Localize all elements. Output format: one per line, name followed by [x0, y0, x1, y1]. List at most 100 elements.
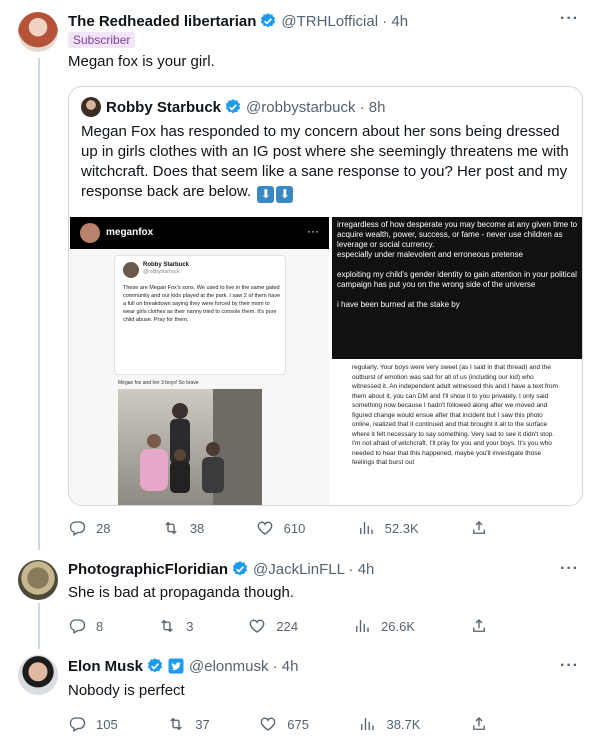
- tweet-actions: 8 3 224 26.6K: [68, 617, 488, 635]
- display-name: Robby Starbuck: [106, 98, 222, 116]
- quote-text: Megan Fox has responded to my concern ab…: [81, 122, 575, 203]
- reply-button[interactable]: 8: [68, 617, 103, 635]
- avatar: [81, 97, 101, 117]
- card-text: These are Megan Fox's sons. We used to l…: [123, 285, 281, 323]
- like-count: 675: [287, 716, 309, 732]
- twitter-affiliate-icon: [167, 657, 185, 675]
- avatar: [123, 262, 139, 278]
- reply-button[interactable]: 105: [68, 715, 118, 733]
- subscriber-badge: Subscriber: [68, 32, 136, 48]
- reply-icon: [69, 521, 86, 536]
- avatar: [80, 223, 100, 243]
- reply-count: 28: [96, 520, 111, 536]
- ig-text-screenshot: irregardless of how desperate you may be…: [332, 217, 582, 359]
- reply-button[interactable]: 28: [68, 519, 110, 537]
- tweet-text: Nobody is perfect: [68, 682, 185, 699]
- media-image-left[interactable]: meganfox ··· Robby Starbuck @robbystarbu…: [70, 217, 329, 505]
- like-button[interactable]: 224: [248, 617, 298, 635]
- tweet-3[interactable]: Elon Musk @elonmusk · 4h ··· Nobody is p…: [0, 645, 597, 737]
- retweet-count: 37: [195, 716, 210, 732]
- tweet-1[interactable]: The Redheaded libertarian @TRHLofficial …: [0, 0, 597, 550]
- reply-icon: [69, 619, 86, 634]
- display-name[interactable]: PhotographicFloridian: [68, 561, 228, 578]
- dark-text-3: i have been burned at the stake by: [337, 300, 460, 309]
- retweet-icon: [165, 521, 177, 535]
- views-icon: [361, 718, 375, 730]
- card-handle: @robbystarbuck: [143, 269, 180, 275]
- retweet-icon: [161, 619, 173, 633]
- share-button[interactable]: [470, 715, 488, 733]
- like-icon: [257, 521, 272, 535]
- verified-badge-icon: [146, 657, 164, 675]
- display-name[interactable]: Elon Musk: [68, 658, 143, 675]
- share-button[interactable]: [470, 519, 488, 537]
- share-icon: [473, 619, 485, 632]
- quote-media[interactable]: meganfox ··· Robby Starbuck @robbystarbu…: [70, 217, 582, 505]
- quote-text-body: Megan Fox has responded to my concern ab…: [81, 123, 569, 200]
- retweet-button[interactable]: 38: [162, 519, 204, 537]
- reply-icon: [69, 717, 86, 732]
- more-icon[interactable]: ···: [560, 657, 579, 675]
- tweet-header: PhotographicFloridian @JackLinFLL · 4h: [68, 560, 374, 578]
- share-button[interactable]: [470, 617, 488, 635]
- reply-count: 8: [96, 618, 104, 634]
- like-count: 224: [276, 618, 299, 634]
- quote-header: Robby Starbuck @robbystarbuck · 8h: [81, 97, 385, 117]
- like-button[interactable]: 610: [256, 519, 306, 537]
- verified-badge-icon: [259, 12, 277, 30]
- views-icon: [359, 522, 373, 534]
- views-button[interactable]: 52.3K: [357, 519, 419, 537]
- dark-text-2: exploiting my child's gender identity to…: [337, 270, 577, 289]
- views-button[interactable]: 26.6K: [353, 617, 415, 635]
- share-icon: [473, 521, 485, 534]
- embedded-tweet-card: Robby Starbuck @robbystarbuck These are …: [114, 255, 286, 375]
- reply-count: 105: [96, 716, 118, 732]
- more-icon: ···: [307, 224, 319, 238]
- views-button[interactable]: 38.7K: [358, 715, 420, 733]
- avatar[interactable]: [18, 560, 58, 600]
- photo-caption: Megan fox and her 3 boys! So brave: [118, 380, 199, 386]
- handle[interactable]: @elonmusk · 4h: [189, 658, 298, 675]
- handle[interactable]: @JackLinFLL · 4h: [253, 561, 374, 578]
- more-icon[interactable]: ···: [560, 10, 579, 28]
- share-icon: [473, 717, 485, 730]
- retweet-button[interactable]: 3: [158, 617, 193, 635]
- response-text-screenshot: regularly. Your boys were very sweet (as…: [352, 364, 558, 466]
- dark-text-1: irregardless of how desperate you may be…: [337, 220, 578, 249]
- views-count: 26.6K: [381, 618, 416, 634]
- more-icon[interactable]: ···: [560, 560, 579, 578]
- dark-text-1b: especially under malevolent and erroneou…: [337, 250, 523, 259]
- verified-badge-icon: [231, 560, 249, 578]
- handle[interactable]: @TRHLofficial · 4h: [281, 13, 408, 30]
- like-icon: [250, 619, 265, 633]
- down-arrow-emoji-icon: ⬇: [276, 185, 294, 203]
- views-count: 52.3K: [384, 520, 419, 536]
- tweet-actions: 105 37 675 38.7K: [68, 715, 488, 733]
- like-button[interactable]: 675: [259, 715, 309, 733]
- ig-username: meganfox: [106, 227, 154, 238]
- retweet-count: 3: [186, 618, 194, 634]
- down-arrow-emoji-icon: ⬇: [257, 185, 275, 203]
- card-name: Robby Starbuck: [143, 262, 190, 268]
- tweet-header: The Redheaded libertarian @TRHLofficial …: [68, 12, 408, 30]
- ig-header: meganfox ···: [70, 217, 329, 249]
- avatar[interactable]: [18, 655, 58, 695]
- avatar[interactable]: [18, 12, 58, 52]
- photo: [118, 389, 262, 505]
- retweet-button[interactable]: 37: [167, 715, 210, 733]
- views-icon: [356, 620, 369, 632]
- like-count: 610: [283, 520, 306, 536]
- media-image-right[interactable]: irregardless of how desperate you may be…: [332, 217, 582, 505]
- tweet-header: Elon Musk @elonmusk · 4h: [68, 657, 298, 675]
- views-count: 38.7K: [386, 716, 421, 732]
- retweet-count: 38: [189, 520, 205, 536]
- like-icon: [260, 717, 276, 731]
- handle: @robbystarbuck · 8h: [246, 98, 386, 116]
- verified-badge-icon: [224, 98, 242, 116]
- display-name[interactable]: The Redheaded libertarian: [68, 13, 256, 30]
- tweet-actions: 28 38 610 52.3K: [68, 519, 488, 537]
- retweet-icon: [170, 717, 182, 731]
- tweet-2[interactable]: PhotographicFloridian @JackLinFLL · 4h ·…: [0, 550, 597, 645]
- tweet-text: She is bad at propaganda though.: [68, 584, 295, 601]
- quoted-tweet[interactable]: Robby Starbuck @robbystarbuck · 8h Megan…: [68, 86, 583, 506]
